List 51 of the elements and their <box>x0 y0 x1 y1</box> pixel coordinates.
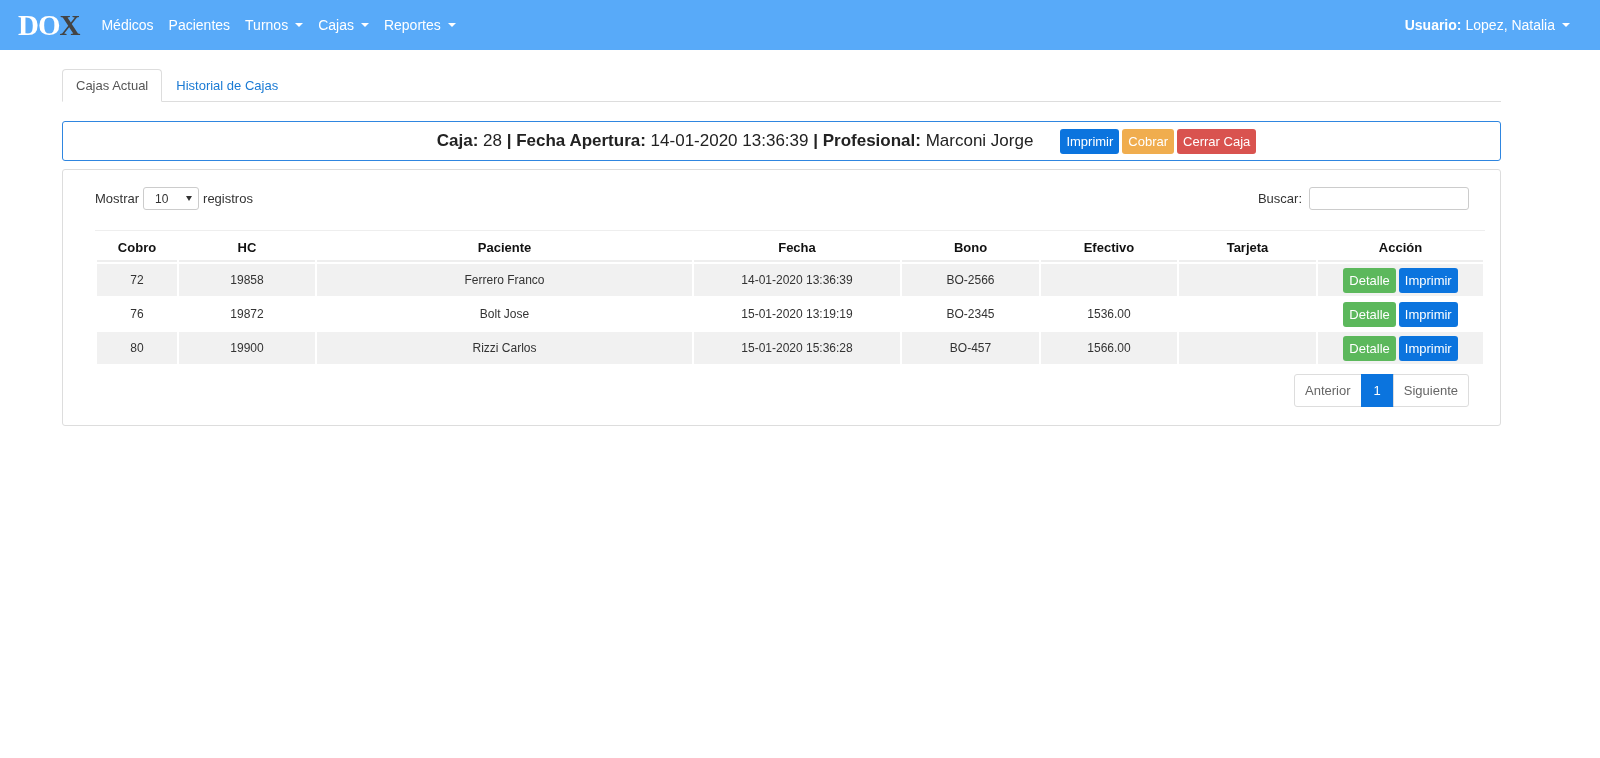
column-header: Bono <box>902 233 1039 262</box>
table-cell-text: 19872 <box>229 306 265 323</box>
table-cell: BO-2566 <box>902 264 1039 296</box>
table-cell: 14-01-2020 13:36:39 <box>694 264 900 296</box>
column-header: HC <box>179 233 315 262</box>
row-action-button[interactable]: Detalle <box>1343 267 1396 293</box>
table-cell: Rizzi Carlos <box>317 332 692 364</box>
column-header: Paciente <box>317 233 692 262</box>
show-label: Mostrar <box>95 191 140 206</box>
column-header: Acción <box>1318 233 1483 262</box>
column-header: Cobro <box>97 233 177 262</box>
page-size-select[interactable]: 10 <box>143 187 200 210</box>
tab[interactable]: Cajas Actual <box>62 69 163 102</box>
records-label: registros <box>203 191 253 206</box>
search-label: Buscar: <box>1257 191 1302 206</box>
table-cell-text: 1536.00 <box>1086 306 1132 323</box>
table-cell: 1566.00 <box>1041 332 1177 364</box>
nav-menu-item[interactable]: Reportes <box>383 17 456 33</box>
action-button[interactable]: Imprimir <box>1060 128 1120 154</box>
table-cell-text: 15-01-2020 13:19:19 <box>740 306 854 323</box>
tab[interactable]: Historial de Cajas <box>162 69 293 102</box>
column-header: Efectivo <box>1041 233 1177 262</box>
nav-menu-item[interactable]: Médicos <box>101 17 154 33</box>
column-header: Tarjeta <box>1179 233 1316 262</box>
table-cell: Ferrero Franco <box>317 264 692 296</box>
table-cell: BO-457 <box>902 332 1039 364</box>
column-header: Fecha <box>694 233 900 262</box>
nav-menu-item[interactable]: Turnos <box>245 17 304 33</box>
row-action-button[interactable]: Imprimir <box>1398 335 1458 361</box>
pagination-button[interactable]: Siguiente <box>1392 374 1469 407</box>
logo[interactable]: DOX <box>18 10 80 40</box>
nav-menu-item[interactable]: Pacientes <box>168 17 231 33</box>
table-cell: 19858 <box>179 264 315 296</box>
row-action-button[interactable]: Imprimir <box>1398 301 1458 327</box>
row-action-button[interactable]: Detalle <box>1343 335 1396 361</box>
pagination-button[interactable]: 1 <box>1360 374 1394 407</box>
caja-summary: Caja: 28 | Fecha Apertura: 14-01-2020 13:36:39 | Profesional: Marconi Jorge <box>436 131 1034 151</box>
user-menu[interactable]: Usuario: Lopez, Natalia <box>1404 17 1570 33</box>
row-action-button[interactable]: Detalle <box>1343 301 1396 327</box>
row-action-button[interactable]: Imprimir <box>1398 267 1458 293</box>
table-cell-text: Bolt Jose <box>478 306 531 323</box>
table-cell: 15-01-2020 15:36:28 <box>694 332 900 364</box>
table-cell: 72 <box>97 264 177 296</box>
search-field[interactable] <box>1309 187 1469 210</box>
dropdown-arrow-icon <box>186 196 193 201</box>
nav-menu-item[interactable]: Cajas <box>318 17 369 33</box>
table-cell-text: 76 <box>129 306 145 323</box>
table-cell: 80 <box>97 332 177 364</box>
table-cell: 19900 <box>179 332 315 364</box>
table-cell-text: BO-2345 <box>945 306 996 323</box>
action-button[interactable]: Cerrar Caja <box>1177 128 1257 154</box>
